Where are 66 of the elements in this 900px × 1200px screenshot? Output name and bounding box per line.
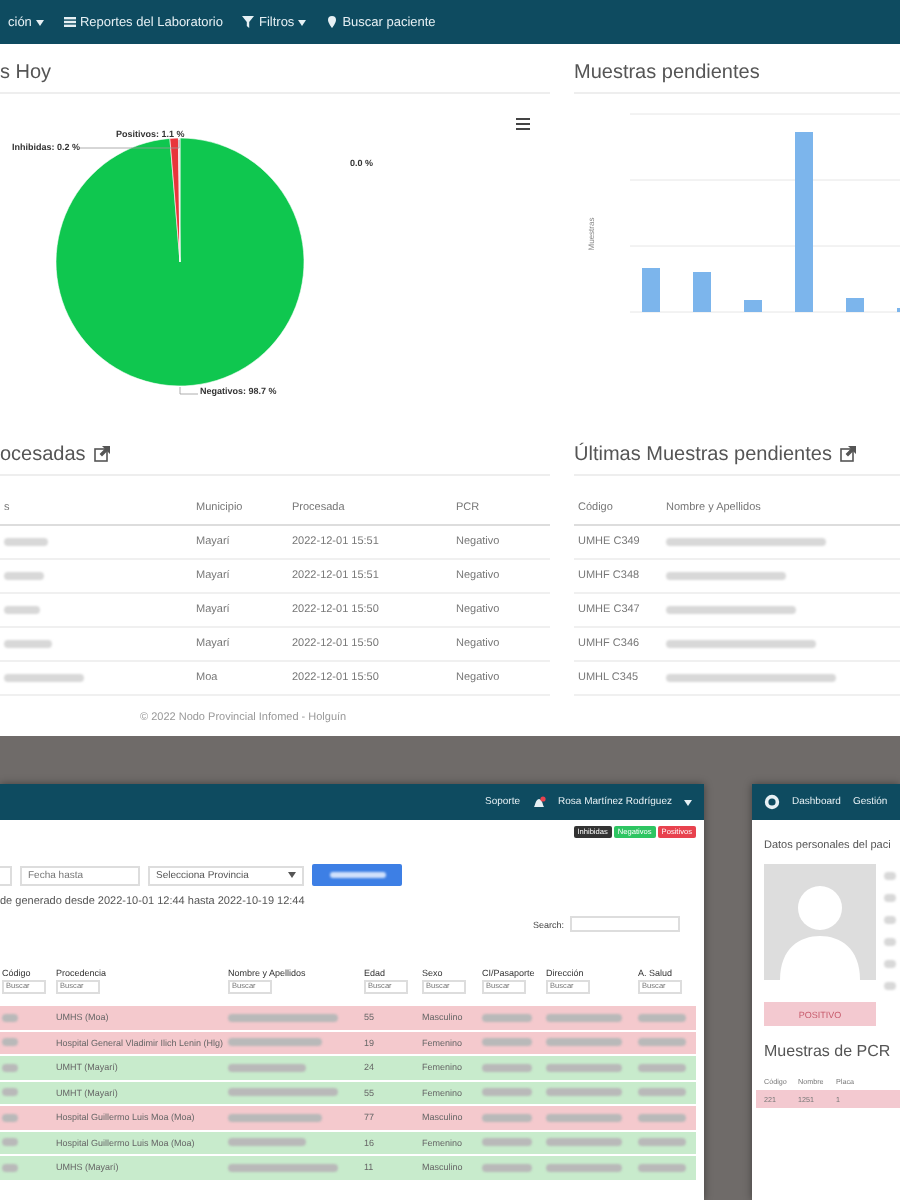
- panel-title: Últimas Muestras pendientes: [574, 443, 832, 465]
- redacted-text: [638, 1013, 686, 1022]
- bar: [693, 272, 711, 312]
- external-link-icon[interactable]: [93, 446, 110, 462]
- redacted-text: [884, 916, 896, 924]
- map-pin-icon: [326, 16, 339, 28]
- redacted-text: [638, 1063, 686, 1072]
- redacted-name: [4, 537, 48, 546]
- redacted-text: [482, 1113, 532, 1122]
- redacted-text: [884, 938, 896, 946]
- filter-icon: [242, 16, 255, 28]
- redacted-text: [884, 982, 896, 990]
- leader-line: [79, 139, 180, 149]
- redacted-text: [482, 1063, 532, 1072]
- redacted-text: [228, 1113, 322, 1122]
- redacted-text: [482, 1038, 532, 1047]
- section-title: Muestras de PCR: [764, 1042, 891, 1060]
- redacted-text: [546, 1138, 622, 1147]
- panel-title: s Hoy: [0, 61, 52, 83]
- redacted-name: [666, 571, 786, 580]
- redacted-text: [546, 1013, 622, 1022]
- bar: [642, 268, 660, 312]
- search-field[interactable]: [570, 916, 680, 932]
- redacted-text: [546, 1113, 622, 1122]
- redacted-text: [482, 1088, 532, 1097]
- redacted-text: [638, 1088, 686, 1097]
- redacted-text: [482, 1163, 532, 1172]
- redacted-text: [638, 1138, 686, 1147]
- redacted-text: [638, 1163, 686, 1172]
- menu-icon[interactable]: [516, 118, 530, 130]
- external-link-icon[interactable]: [839, 446, 856, 462]
- redacted-text: [482, 1138, 532, 1147]
- generate-button[interactable]: [312, 864, 402, 886]
- list-icon: [63, 16, 76, 28]
- redacted-text: [228, 1013, 338, 1022]
- caret-icon: [288, 872, 296, 878]
- logo-icon[interactable]: [764, 794, 780, 810]
- panel-title: ocesadas: [0, 443, 86, 465]
- caret-icon: [35, 19, 44, 25]
- bar: [744, 300, 762, 312]
- panel-title: Muestras pendientes: [574, 61, 760, 83]
- redacted-text: [228, 1038, 322, 1047]
- redacted-text: [884, 894, 896, 902]
- redacted-text: [638, 1113, 686, 1122]
- redacted-text: [546, 1163, 622, 1172]
- redacted-name: [666, 605, 796, 614]
- redacted-text: [884, 960, 896, 968]
- redacted-text: [228, 1138, 306, 1147]
- redacted-name: [4, 571, 44, 580]
- bell-icon[interactable]: [532, 795, 547, 809]
- redacted-name: [4, 673, 84, 682]
- redacted-text: [228, 1163, 338, 1172]
- redacted-text: [482, 1013, 532, 1022]
- caret-icon: [298, 19, 307, 25]
- bar: [846, 298, 864, 312]
- redacted-name: [4, 639, 52, 648]
- redacted-text: [546, 1088, 622, 1097]
- redacted-text: [638, 1038, 686, 1047]
- redacted-text: [228, 1088, 338, 1097]
- redacted-text: [546, 1038, 622, 1047]
- leader-line: [179, 386, 199, 395]
- redacted-text: [228, 1063, 306, 1072]
- redacted-text: [884, 872, 896, 880]
- redacted-name: [4, 605, 40, 614]
- redacted-text: [546, 1063, 622, 1072]
- caret-icon: [684, 799, 692, 805]
